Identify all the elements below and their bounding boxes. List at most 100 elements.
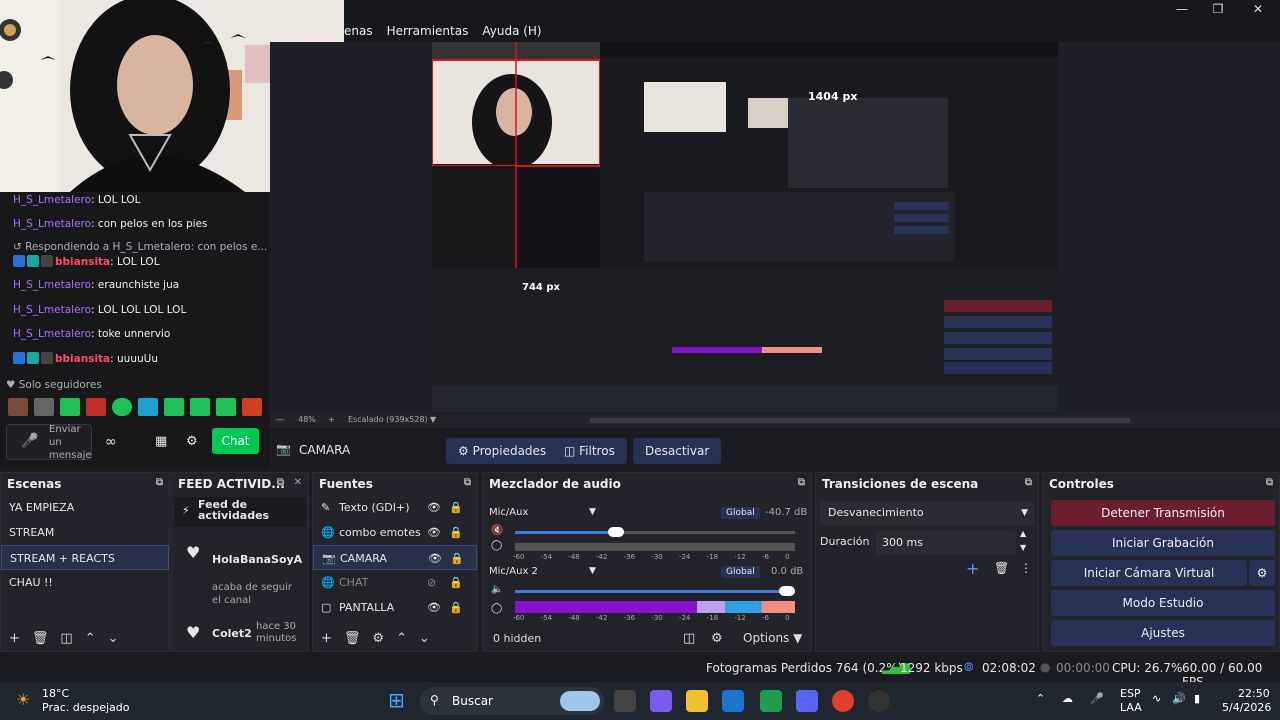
start-virtual-camera-button[interactable]: Iniciar Cámara Virtual	[1051, 560, 1247, 586]
chevron-up-icon[interactable]: ⌃	[1036, 692, 1045, 705]
popout-icon[interactable]: ⧉	[1025, 477, 1032, 488]
popout-icon[interactable]: ⧉	[277, 477, 284, 488]
popout-icon[interactable]: ⧉	[156, 477, 163, 488]
hidden-count[interactable]: 0 hidden	[493, 632, 541, 645]
wifi-icon[interactable]: ∿	[1152, 692, 1161, 705]
emote-icon[interactable]	[216, 398, 236, 416]
more-icon[interactable]: ⋮	[1020, 561, 1032, 575]
settings-button[interactable]: Ajustes	[1051, 620, 1275, 646]
channel-points-icon[interactable]: ∞	[105, 434, 117, 450]
emote-icon[interactable]	[242, 398, 262, 416]
chat-input[interactable]: 🎤 Enviar un mensaje	[6, 424, 92, 461]
emote-icon[interactable]	[190, 398, 210, 416]
emote-icon[interactable]	[34, 398, 54, 416]
file-explorer-icon[interactable]	[686, 690, 708, 712]
popout-icon[interactable]: ⧉	[464, 477, 471, 488]
horizontal-scrollbar[interactable]	[590, 418, 1130, 423]
store-icon[interactable]: ▦	[155, 434, 167, 449]
scene-item-selected[interactable]: STREAM + REACTS	[1, 545, 169, 570]
transition-select[interactable]: Desvanecimiento ▼	[820, 501, 1034, 525]
discord-icon[interactable]	[796, 690, 818, 712]
add-transition-icon[interactable]: +	[966, 559, 979, 578]
trash-icon[interactable]: 🗑	[344, 631, 361, 646]
preview-canvas[interactable]: 1404 px 744 px	[432, 42, 1058, 412]
add-scene-icon[interactable]: +	[9, 631, 20, 646]
gear-icon[interactable]: ⚙	[372, 631, 384, 646]
monitor-icon[interactable]: ◯	[491, 603, 502, 614]
scene-item[interactable]: YA EMPIEZA	[1, 495, 169, 520]
clock-date[interactable]: 5/4/2026	[1222, 701, 1271, 714]
eye-hidden-icon[interactable]: ⊘	[427, 570, 436, 595]
filters-button[interactable]: ◫ Filtros	[552, 438, 627, 464]
studio-mode-button[interactable]: Modo Estudio	[1051, 590, 1275, 616]
gear-icon[interactable]: ⚙	[711, 631, 723, 646]
scene-item[interactable]: CHAU !!	[1, 570, 169, 595]
menu-item-help[interactable]: Ayuda (H)	[482, 24, 541, 38]
weather-icon[interactable]: ☀	[16, 690, 30, 709]
zoom-out-icon[interactable]: —	[276, 415, 284, 424]
source-item-hidden[interactable]: 🌐 CHAT ⊘ 🔒	[313, 570, 477, 595]
notepad-icon[interactable]	[722, 690, 744, 712]
trash-icon[interactable]: 🗑	[994, 561, 1009, 575]
emote-icon[interactable]	[86, 398, 106, 416]
close-icon[interactable]: ✕	[1238, 2, 1278, 18]
maximize-icon[interactable]: ❐	[1198, 2, 1238, 18]
lock-icon[interactable]: 🔒	[449, 495, 463, 520]
chat-username[interactable]: H_S_Lmetalero	[13, 194, 91, 206]
eye-icon[interactable]: 👁	[428, 546, 442, 571]
feed-follower-name[interactable]: HolaBanaSoyA	[212, 553, 302, 566]
move-down-icon[interactable]: ⌄	[419, 631, 430, 646]
lock-icon[interactable]: 🔒	[450, 546, 464, 571]
mic-icon[interactable]: 🎤	[1090, 692, 1104, 705]
taskbar-search[interactable]: ⚲ Buscar	[420, 687, 604, 715]
spreadsheet-icon[interactable]	[760, 690, 782, 712]
chat-send-button[interactable]: Chat	[212, 428, 259, 454]
emote-icon[interactable]	[138, 398, 158, 416]
windows-start-icon[interactable]: ⊞	[388, 688, 405, 712]
chat-username[interactable]: H_S_Lmetalero	[13, 304, 91, 316]
emote-icon[interactable]	[112, 398, 132, 416]
clock-time[interactable]: 22:50	[1238, 687, 1270, 700]
minimize-icon[interactable]: —	[1162, 2, 1202, 18]
source-item[interactable]: 🌐 combo emotes 👁 🔒	[313, 520, 477, 545]
properties-button[interactable]: ⚙ Propiedades	[446, 438, 559, 464]
eye-icon[interactable]: 👁	[427, 520, 441, 545]
chevron-up-icon[interactable]: ▲	[1020, 529, 1026, 538]
chevron-down-icon[interactable]: ▼	[589, 507, 596, 517]
global-badge[interactable]: Global	[721, 507, 760, 519]
speaker-icon[interactable]: 🔈	[491, 584, 503, 595]
trash-icon[interactable]: 🗑	[32, 631, 49, 646]
global-badge[interactable]: Global	[721, 566, 760, 578]
chevron-down-icon[interactable]: ▼	[589, 566, 596, 576]
monitor-icon[interactable]: ◯	[491, 540, 502, 551]
chat-username[interactable]: bbiansita	[55, 256, 110, 268]
obs-icon[interactable]	[868, 690, 890, 712]
emote-icon[interactable]	[164, 398, 184, 416]
close-icon[interactable]: ✕	[294, 477, 302, 488]
task-view-icon[interactable]	[614, 690, 636, 712]
chrome-icon[interactable]	[832, 690, 854, 712]
virtual-camera-settings-button[interactable]: ⚙	[1249, 560, 1275, 586]
filter-icon[interactable]: ◫	[60, 631, 72, 646]
emote-icon[interactable]	[8, 398, 28, 416]
menu-item-tools[interactable]: Herramientas	[387, 24, 469, 38]
emote-icon[interactable]	[60, 398, 80, 416]
eye-icon[interactable]: 👁	[427, 595, 441, 620]
move-up-icon[interactable]: ⌃	[396, 631, 407, 646]
move-down-icon[interactable]: ⌄	[108, 631, 119, 646]
volume-slider-handle[interactable]	[607, 527, 624, 537]
stop-stream-button[interactable]: Detener Transmisión	[1051, 500, 1275, 526]
move-up-icon[interactable]: ⌃	[85, 631, 96, 646]
gear-icon[interactable]: ⚙	[186, 434, 198, 449]
speaker-muted-icon[interactable]: 🔇	[491, 525, 503, 536]
deactivate-button[interactable]: Desactivar	[633, 438, 722, 464]
battery-icon[interactable]: ▮	[1194, 692, 1200, 705]
chat-username[interactable]: H_S_Lmetalero	[13, 279, 91, 291]
copilot-icon[interactable]	[650, 690, 672, 712]
source-item-selected[interactable]: 📷 CAMARA 👁 🔒	[313, 545, 477, 570]
chevron-down-icon[interactable]: ▼	[1020, 543, 1026, 552]
popout-icon[interactable]: ⧉	[1266, 477, 1273, 488]
menu-item-scenes[interactable]: enas	[344, 24, 373, 38]
scene-item[interactable]: STREAM	[1, 520, 169, 545]
keyboard-layout[interactable]: LAA	[1120, 701, 1142, 714]
